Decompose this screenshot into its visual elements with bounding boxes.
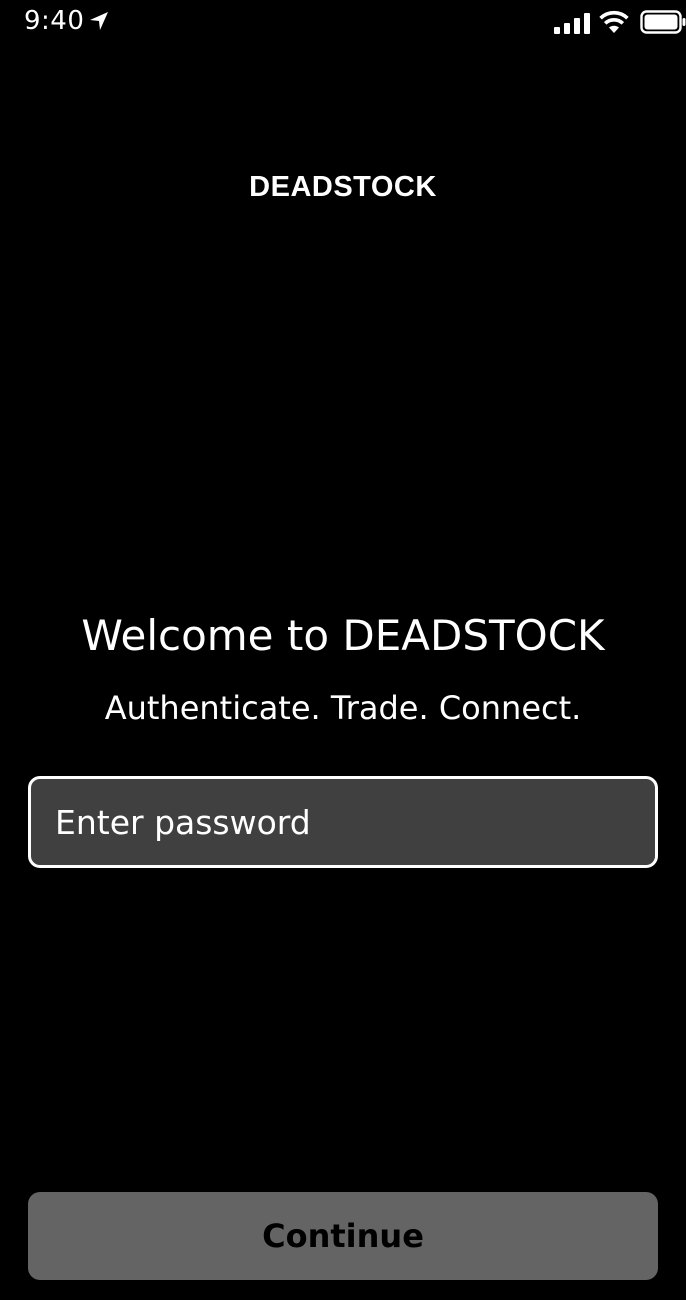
cellular-signal-icon bbox=[554, 13, 590, 34]
password-input[interactable] bbox=[31, 779, 655, 865]
wifi-icon bbox=[599, 10, 629, 33]
battery-icon bbox=[640, 10, 686, 34]
location-arrow-icon bbox=[90, 12, 108, 30]
status-bar: 9:40 bbox=[0, 0, 686, 44]
brand-title: DEADSTOCK bbox=[249, 171, 437, 203]
password-field[interactable] bbox=[28, 776, 658, 868]
continue-button[interactable]: Continue bbox=[28, 1192, 658, 1280]
welcome-title: Welcome to DEADSTOCK bbox=[81, 611, 605, 660]
status-time: 9:40 bbox=[24, 6, 85, 36]
tagline: Authenticate. Trade. Connect. bbox=[104, 689, 582, 727]
